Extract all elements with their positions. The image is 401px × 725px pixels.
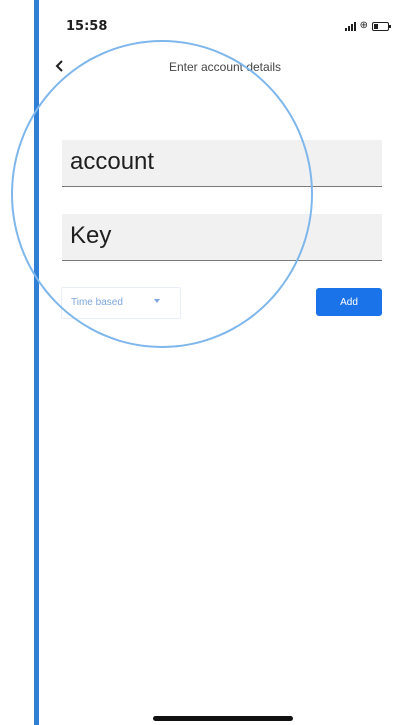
key-field-value: Key xyxy=(70,222,112,249)
key-type-dropdown[interactable]: Time based xyxy=(61,287,181,319)
add-button[interactable]: Add xyxy=(316,288,382,316)
status-icons: ⊕ xyxy=(344,20,391,31)
status-bar: 15:58 ⊕ xyxy=(39,0,401,44)
home-indicator xyxy=(153,716,293,721)
account-field-value: account xyxy=(70,148,155,175)
key-type-selected: Time based xyxy=(71,297,123,308)
status-time: 15:58 xyxy=(66,19,108,34)
battery-icon xyxy=(372,21,391,31)
app-screen xyxy=(39,0,401,725)
account-field[interactable]: account xyxy=(62,140,382,187)
back-button[interactable] xyxy=(52,58,68,74)
cellular-signal-icon xyxy=(344,21,356,31)
link-icon: ⊕ xyxy=(359,20,368,31)
caret-down-icon xyxy=(154,299,160,303)
key-field[interactable]: Key xyxy=(62,214,382,261)
chevron-left-icon xyxy=(55,60,63,72)
page-title: Enter account details xyxy=(168,60,282,74)
